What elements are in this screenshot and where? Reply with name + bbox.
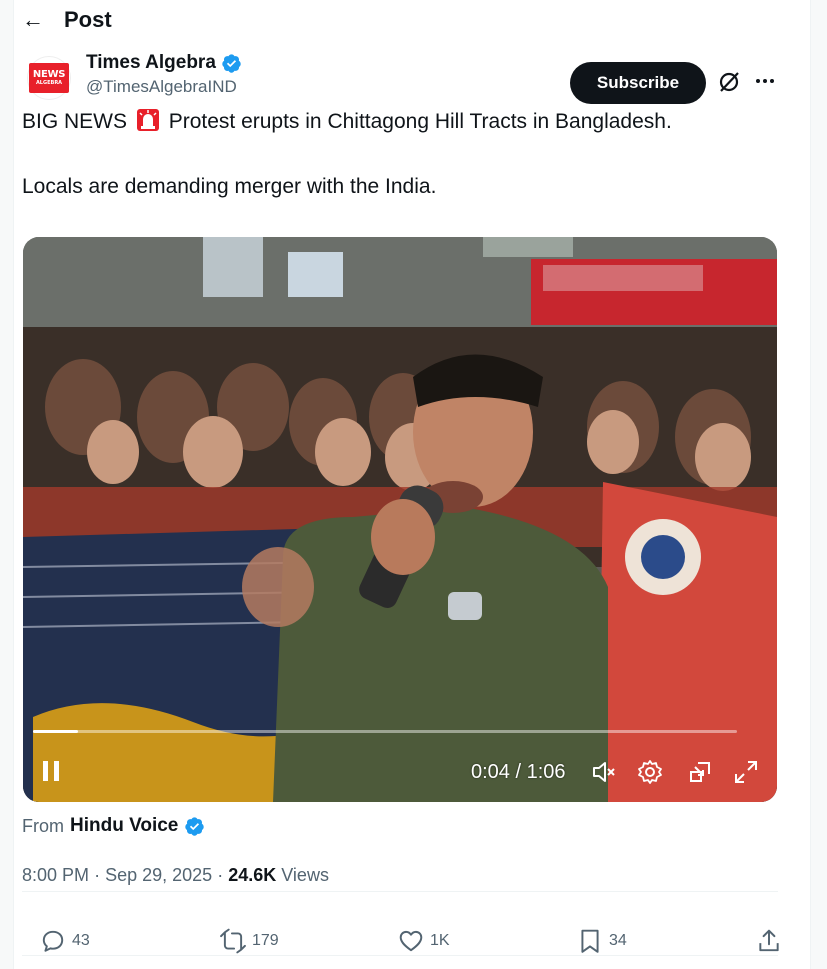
subscribe-button[interactable]: Subscribe bbox=[570, 62, 706, 104]
tweet-date[interactable]: Sep 29, 2025 bbox=[105, 865, 212, 885]
views-count: 24.6K bbox=[228, 865, 277, 885]
tweet-line-1: BIG NEWS Protest erupts in Chittagong Hi… bbox=[22, 107, 782, 135]
pip-icon[interactable] bbox=[687, 759, 713, 785]
avatar[interactable]: NEWS ALGEBRA bbox=[27, 56, 71, 100]
page-header: ← Post bbox=[22, 7, 112, 32]
video-frame bbox=[23, 237, 777, 802]
author-display-name[interactable]: Times Algebra bbox=[86, 50, 242, 76]
author-row: NEWS ALGEBRA Times Algebra @TimesAlgebra… bbox=[22, 50, 782, 106]
page-title: Post bbox=[64, 7, 112, 32]
repost-icon bbox=[220, 928, 246, 954]
divider bbox=[22, 891, 778, 892]
tweet-line-2: Locals are demanding merger with the Ind… bbox=[22, 175, 437, 198]
bookmark-icon bbox=[581, 929, 599, 953]
share-icon bbox=[759, 929, 779, 952]
views-label: Views bbox=[281, 865, 329, 885]
author-name-block: Times Algebra @TimesAlgebraIND bbox=[86, 50, 242, 98]
tweet-meta: 8:00 PM · Sep 29, 2025 · 24.6K Views bbox=[22, 865, 329, 885]
bookmark-button[interactable]: 34 bbox=[577, 928, 627, 954]
video-time: 0:04 / 1:06 bbox=[471, 761, 566, 783]
more-icon[interactable] bbox=[752, 68, 778, 94]
source-name[interactable]: Hindu Voice bbox=[70, 815, 178, 837]
settings-icon[interactable] bbox=[637, 759, 663, 785]
like-icon bbox=[399, 930, 423, 952]
video-progress-bar[interactable] bbox=[33, 730, 737, 733]
verified-badge-icon bbox=[185, 816, 205, 836]
divider bbox=[22, 955, 778, 956]
grok-icon[interactable] bbox=[717, 70, 741, 94]
like-button[interactable]: 1K bbox=[398, 928, 450, 954]
repost-button[interactable]: 179 bbox=[220, 928, 279, 954]
fullscreen-icon[interactable] bbox=[733, 759, 759, 785]
tweet-time[interactable]: 8:00 PM bbox=[22, 865, 89, 885]
reply-icon bbox=[42, 930, 64, 952]
author-handle[interactable]: @TimesAlgebraIND bbox=[86, 76, 242, 98]
video-player[interactable]: 0:04 / 1:06 bbox=[23, 237, 777, 802]
video-progress-fill bbox=[33, 730, 79, 733]
mute-icon[interactable] bbox=[591, 759, 617, 785]
verified-badge-icon bbox=[222, 53, 241, 73]
siren-icon bbox=[136, 109, 159, 131]
tweet-text: BIG NEWS Protest erupts in Chittagong Hi… bbox=[22, 107, 782, 200]
source-attribution: From Hindu Voice bbox=[22, 815, 205, 837]
news-algebra-logo: NEWS ALGEBRA bbox=[29, 63, 69, 93]
back-arrow-icon[interactable]: ← bbox=[22, 9, 44, 31]
share-button[interactable] bbox=[756, 928, 782, 954]
reply-button[interactable]: 43 bbox=[40, 928, 90, 954]
engagement-bar: 43 179 1K 34 bbox=[22, 922, 779, 962]
pause-icon[interactable] bbox=[41, 759, 63, 783]
